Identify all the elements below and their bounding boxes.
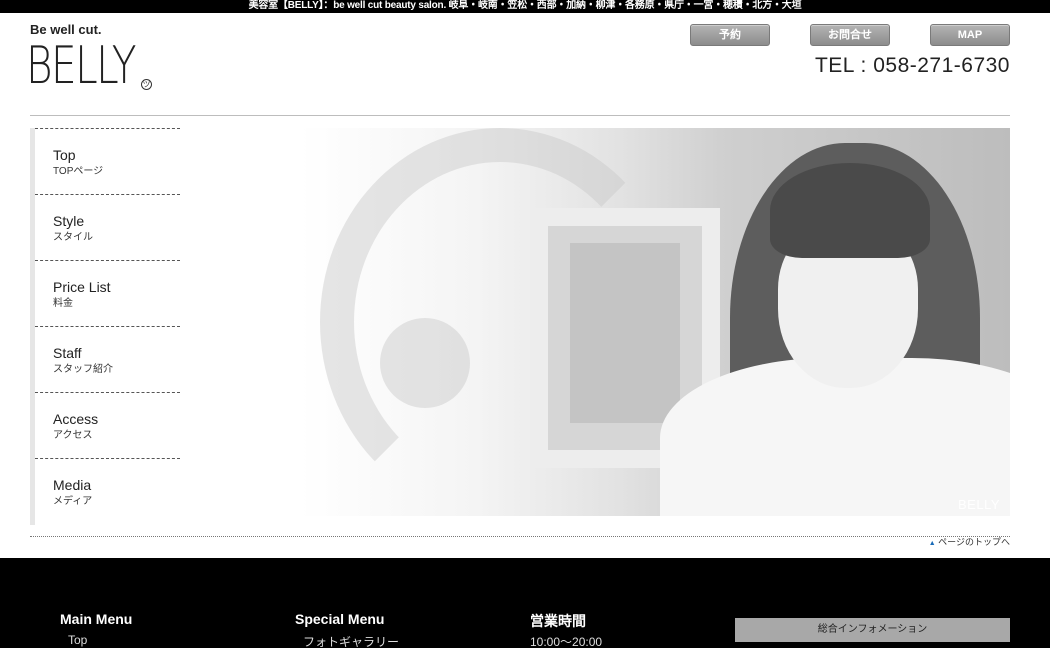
sidebar-item-sublabel: アクセス [53, 430, 93, 441]
sidebar-item-sublabel: TOPページ [53, 166, 104, 177]
logo-smile-icon: ツ [141, 79, 152, 90]
page-top-label: ページのトップへ [938, 537, 1010, 547]
sidebar-item-label: Media [53, 477, 92, 493]
footer-main-menu-title: Main Menu [60, 611, 133, 627]
phone-number: TEL : 058-271-6730 [814, 54, 1010, 77]
footer-special-menu-item[interactable]: フォトギャラリー [303, 633, 399, 648]
sidebar-item-label: Top [53, 147, 76, 163]
hero-image: BELLY [300, 128, 1010, 516]
sidebar-item-style[interactable]: Style スタイル [35, 194, 180, 260]
footer: Main Menu Top Special Menu フォトギャラリー 営業時間… [0, 558, 1050, 648]
sidebar-item-label: Style [53, 213, 85, 229]
sidebar-item-sublabel: スタッフ紹介 [53, 364, 113, 375]
triangle-up-icon: ▲ [928, 540, 936, 547]
sidebar-item-label: Access [53, 411, 99, 427]
sidebar-item-price-list[interactable]: Price List 料金 [35, 260, 180, 326]
sidebar-item-sublabel: スタイル [53, 232, 93, 243]
map-button[interactable]: MAP [930, 24, 1010, 46]
footer-hours-title: 営業時間 [530, 613, 586, 629]
footer-info-header: 総合インフォメーション [735, 618, 1010, 642]
content-divider [30, 536, 1010, 537]
hero-model-bangs [770, 163, 930, 258]
footer-hours-value: 10:00〜20:00 [530, 635, 603, 648]
tagline: Be well cut. [30, 22, 102, 37]
hero-swirl-dot [380, 318, 470, 408]
sidebar-item-sublabel: 料金 [53, 298, 73, 309]
contact-button[interactable]: お問合せ [810, 24, 890, 46]
sidebar-item-access[interactable]: Access アクセス [35, 392, 180, 458]
hero-window-pane [570, 243, 680, 423]
page-top-link[interactable]: ▲ ページのトップへ [929, 536, 1010, 550]
footer-main-menu-item[interactable]: Top [68, 633, 87, 647]
sidebar-item-staff[interactable]: Staff スタッフ紹介 [35, 326, 180, 392]
site-logo[interactable]: BELLY [26, 36, 137, 96]
hero-signature: BELLY [957, 497, 1000, 512]
sidebar-item-label: Price List [53, 279, 111, 295]
sidebar-item-sublabel: メディア [53, 496, 93, 507]
footer-special-menu-title: Special Menu [295, 611, 385, 627]
sidebar-item-top[interactable]: Top TOPページ [35, 128, 180, 194]
sidebar-item-media[interactable]: Media メディア [35, 458, 180, 524]
header-divider [30, 115, 1010, 116]
reservation-button[interactable]: 予約 [690, 24, 770, 46]
sidebar-item-label: Staff [53, 345, 82, 361]
top-banner: 美容室【BELLY】：be well cut beauty salon. 岐阜・… [0, 0, 1050, 13]
sidebar-nav: Top TOPページ Style スタイル Price List 料金 Staf… [30, 128, 180, 525]
